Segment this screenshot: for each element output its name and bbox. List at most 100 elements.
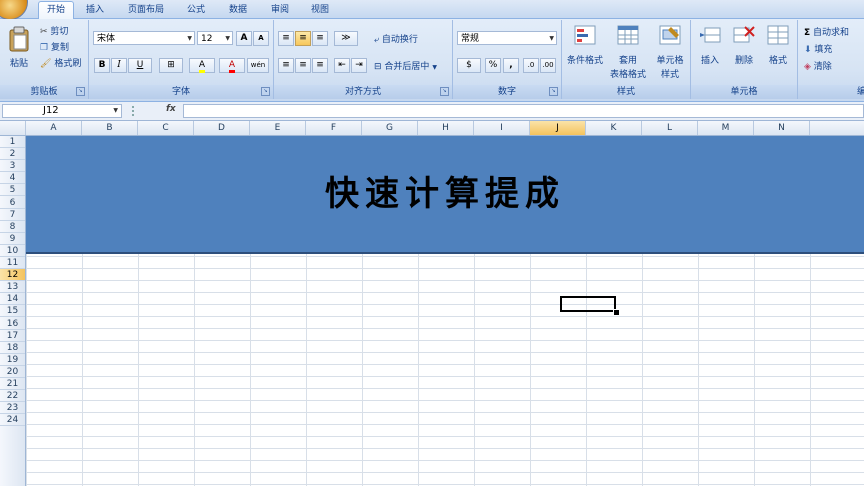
font-size-combo[interactable]: 12 ▼ xyxy=(197,31,233,45)
column-header-e[interactable]: E xyxy=(250,121,306,135)
name-box[interactable]: J12 ▼ xyxy=(2,104,122,118)
shrink-font-button[interactable]: A xyxy=(253,31,269,46)
copy-button[interactable]: ❐ 复制 xyxy=(40,40,69,53)
accounting-format-button[interactable]: $ xyxy=(457,58,481,73)
row-header-18[interactable]: 18 xyxy=(0,342,25,354)
row-header-16[interactable]: 16 xyxy=(0,318,25,330)
row-header-14[interactable]: 14 xyxy=(0,293,25,305)
align-bottom-button[interactable]: ≡ xyxy=(312,31,328,46)
tab-view[interactable]: 视图 xyxy=(302,2,338,18)
row-header-20[interactable]: 20 xyxy=(0,366,25,378)
column-header-d[interactable]: D xyxy=(194,121,250,135)
column-header-f[interactable]: F xyxy=(306,121,362,135)
align-left-button[interactable]: ≡ xyxy=(278,58,294,73)
active-cell-j12[interactable] xyxy=(560,296,616,312)
orientation-button[interactable]: ≫ xyxy=(334,31,358,46)
align-middle-button[interactable]: ≡ xyxy=(295,31,311,46)
format-cells-button[interactable]: 格式 xyxy=(761,23,795,81)
number-format-combo[interactable]: 常规 ▼ xyxy=(457,31,557,45)
row-header-15[interactable]: 15 xyxy=(0,305,25,317)
tab-data[interactable]: 数据 xyxy=(220,2,256,18)
row-header-7[interactable]: 7 xyxy=(0,209,25,221)
tab-page-layout[interactable]: 页面布局 xyxy=(118,2,174,18)
formula-bar-splitter[interactable] xyxy=(132,106,140,116)
row-header-9[interactable]: 9 xyxy=(0,233,25,245)
tab-formulas[interactable]: 公式 xyxy=(178,2,214,18)
row-header-3[interactable]: 3 xyxy=(0,160,25,172)
tab-review[interactable]: 审阅 xyxy=(262,2,298,18)
insert-cells-button[interactable]: 插入 xyxy=(693,23,727,81)
increase-decimal-button[interactable]: .0 xyxy=(523,58,539,73)
paste-button[interactable]: 粘贴 xyxy=(6,24,32,72)
select-all-button[interactable] xyxy=(0,121,26,135)
column-header-j[interactable]: J xyxy=(530,121,586,135)
grow-font-button[interactable]: A xyxy=(236,31,252,46)
font-name-combo[interactable]: 宋体 ▼ xyxy=(93,31,195,45)
fill-button[interactable]: ⬇ 填充 xyxy=(804,42,832,55)
row-header-1[interactable]: 1 xyxy=(0,136,25,148)
fill-color-button[interactable]: A xyxy=(189,58,215,73)
format-painter-button[interactable]: 🖌 格式刷 xyxy=(40,56,81,69)
cut-button[interactable]: ✂ 剪切 xyxy=(40,24,68,37)
row-header-10[interactable]: 10 xyxy=(0,245,25,257)
align-center-button[interactable]: ≡ xyxy=(295,58,311,73)
row-header-2[interactable]: 2 xyxy=(0,148,25,160)
wrap-text-button[interactable]: ⤶ 自动换行 xyxy=(374,32,418,45)
decrease-indent-button[interactable]: ⇤ xyxy=(334,58,350,73)
column-header-k[interactable]: K xyxy=(586,121,642,135)
row-header-13[interactable]: 13 xyxy=(0,281,25,293)
clear-button[interactable]: ◈ 清除 xyxy=(804,59,832,72)
alignment-launcher-icon[interactable]: ↘ xyxy=(440,87,449,96)
phonetic-button[interactable]: wén xyxy=(247,58,269,73)
align-right-button[interactable]: ≡ xyxy=(312,58,328,73)
column-header-l[interactable]: L xyxy=(642,121,698,135)
column-header-h[interactable]: H xyxy=(418,121,474,135)
formula-input[interactable] xyxy=(183,104,864,118)
row-header-24[interactable]: 24 xyxy=(0,414,25,426)
title-banner[interactable]: 快速计算提成 xyxy=(26,136,864,254)
row-header-12[interactable]: 12 xyxy=(0,269,25,281)
comma-button[interactable]: , xyxy=(503,58,519,73)
font-color-button[interactable]: A xyxy=(219,58,245,73)
font-launcher-icon[interactable]: ↘ xyxy=(261,87,270,96)
number-launcher-icon[interactable]: ↘ xyxy=(549,87,558,96)
merge-center-button[interactable]: ⊟ 合并后居中 ▼ xyxy=(374,59,437,72)
italic-button[interactable]: I xyxy=(111,58,127,73)
column-header-i[interactable]: I xyxy=(474,121,530,135)
column-header-n[interactable]: N xyxy=(754,121,810,135)
insert-function-button[interactable]: fx xyxy=(166,104,176,114)
column-header-m[interactable]: M xyxy=(698,121,754,135)
row-header-8[interactable]: 8 xyxy=(0,221,25,233)
format-as-table-button[interactable]: 套用 表格格式 xyxy=(606,23,650,81)
row-header-6[interactable]: 6 xyxy=(0,197,25,209)
autosum-button[interactable]: Σ 自动求和 xyxy=(804,25,849,38)
increase-indent-button[interactable]: ⇥ xyxy=(351,58,367,73)
tab-insert[interactable]: 插入 xyxy=(78,2,112,18)
borders-button[interactable]: ⊞ xyxy=(159,58,183,73)
row-header-21[interactable]: 21 xyxy=(0,378,25,390)
row-header-23[interactable]: 23 xyxy=(0,402,25,414)
office-button[interactable] xyxy=(0,0,28,20)
column-header-b[interactable]: B xyxy=(82,121,138,135)
decrease-decimal-button[interactable]: .00 xyxy=(540,58,556,73)
row-header-11[interactable]: 11 xyxy=(0,257,25,269)
align-top-button[interactable]: ≡ xyxy=(278,31,294,46)
chevron-down-icon: ▼ xyxy=(113,107,118,114)
delete-cells-button[interactable]: 删除 xyxy=(727,23,761,81)
column-header-c[interactable]: C xyxy=(138,121,194,135)
bold-button[interactable]: B xyxy=(94,58,110,73)
row-header-5[interactable]: 5 xyxy=(0,184,25,196)
row-header-17[interactable]: 17 xyxy=(0,330,25,342)
percent-button[interactable]: % xyxy=(485,58,501,73)
fill-handle[interactable] xyxy=(613,309,620,316)
row-header-19[interactable]: 19 xyxy=(0,354,25,366)
cell-styles-button[interactable]: 单元格 样式 xyxy=(650,23,690,81)
row-header-22[interactable]: 22 xyxy=(0,390,25,402)
underline-button[interactable]: U xyxy=(128,58,152,73)
column-header-a[interactable]: A xyxy=(26,121,82,135)
row-header-4[interactable]: 4 xyxy=(0,172,25,184)
tab-home[interactable]: 开始 xyxy=(38,1,74,20)
column-header-g[interactable]: G xyxy=(362,121,418,135)
conditional-formatting-button[interactable]: 条件格式 xyxy=(564,23,606,81)
clipboard-launcher-icon[interactable]: ↘ xyxy=(76,87,85,96)
